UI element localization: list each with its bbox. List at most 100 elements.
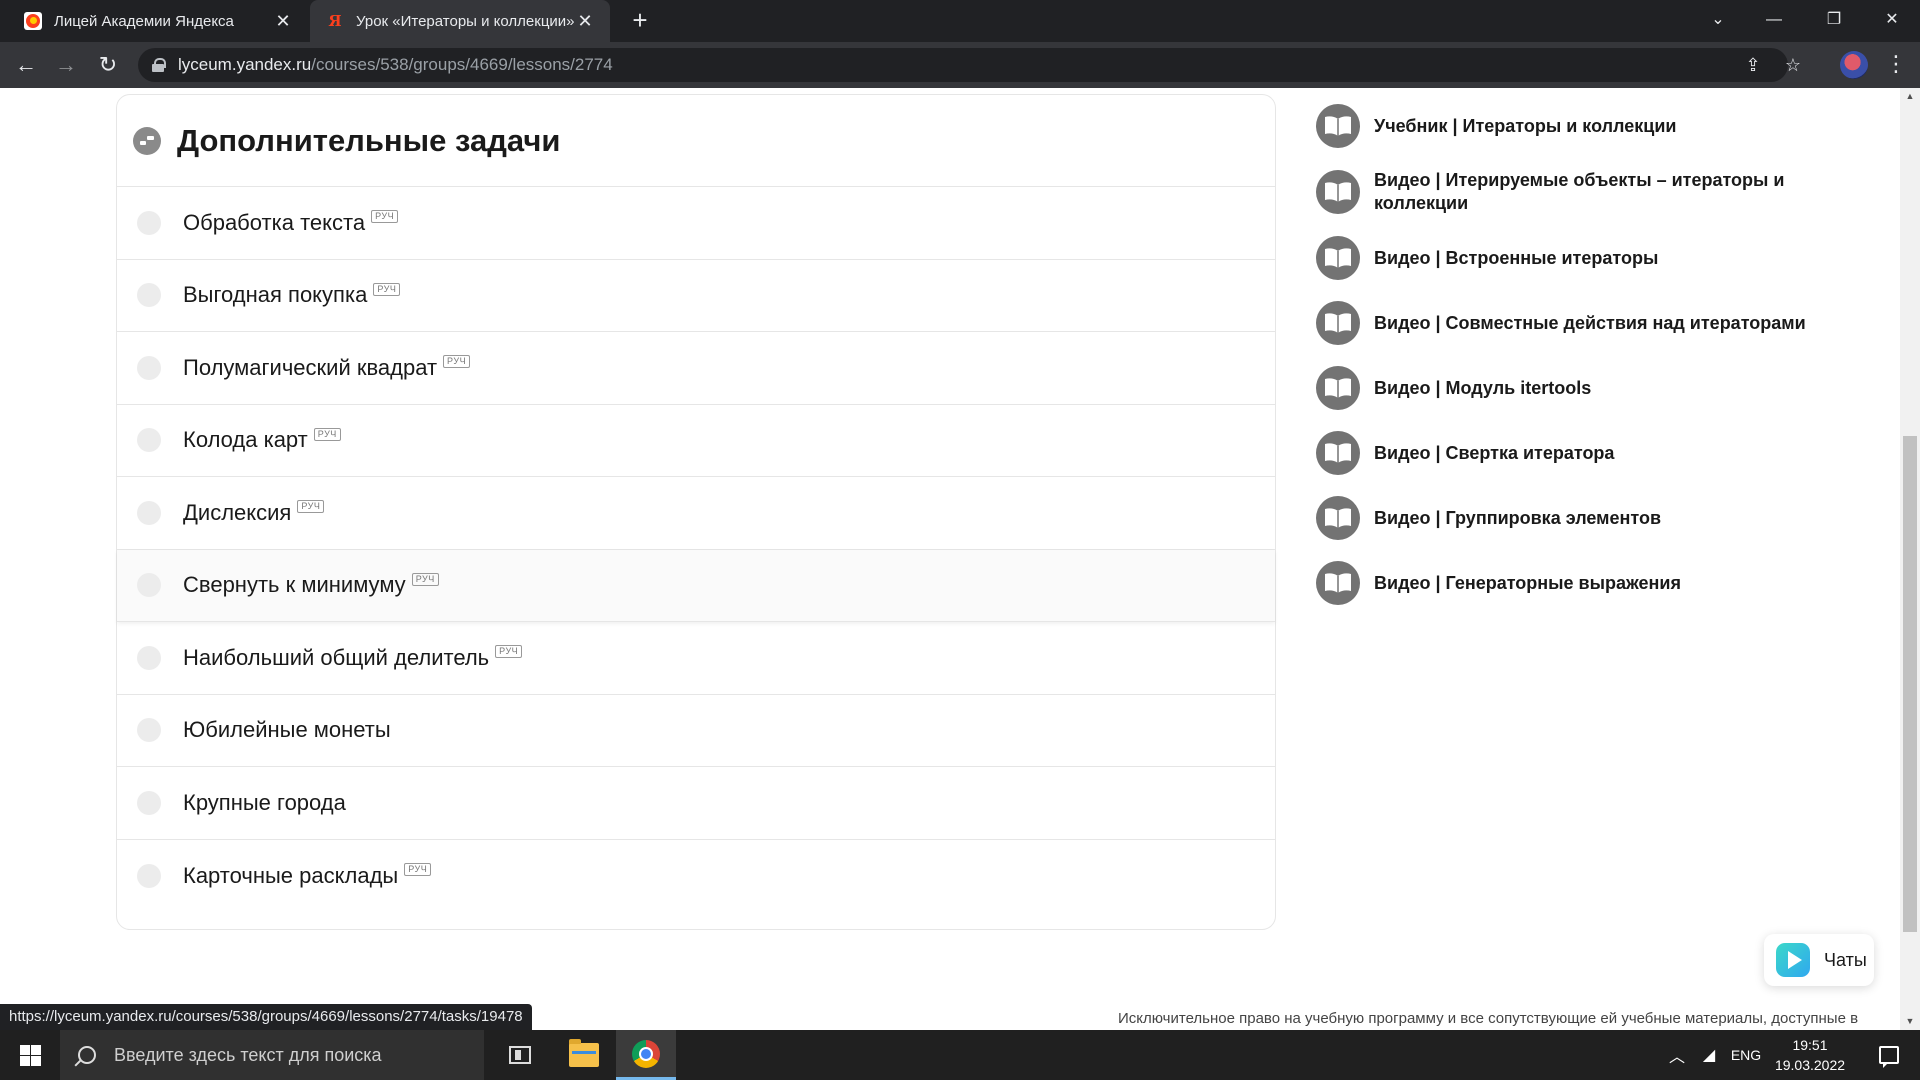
folder-icon xyxy=(569,1039,599,1067)
notifications-button[interactable] xyxy=(1864,1030,1914,1080)
back-icon[interactable]: ← xyxy=(10,49,42,81)
material-title: Видео | Свертка итератора xyxy=(1374,442,1615,463)
material-title: Видео | Итерируемые объекты – итераторы … xyxy=(1374,170,1785,213)
material-title: Видео | Модуль itertools xyxy=(1374,377,1592,398)
browser-tab-strip: Лицей Академии Яндекса ✕ Я Урок «Итерато… xyxy=(0,0,1920,42)
task-status-icon xyxy=(137,500,161,525)
task-view-icon xyxy=(509,1046,531,1064)
share-icon[interactable]: ⇪ xyxy=(1738,48,1768,82)
page-content: Дополнительные задачи Обработка текста РУ… xyxy=(0,88,1900,1030)
material-item[interactable]: Видео | Совместные действия над итератор… xyxy=(1316,301,1876,345)
address-bar[interactable]: lyceum.yandex.ru/courses/538/groups/4669… xyxy=(138,48,1801,82)
link-status-bubble: https://lyceum.yandex.ru/courses/538/gro… xyxy=(0,1004,532,1030)
book-icon xyxy=(1316,104,1360,148)
manual-check-badge: РУЧ xyxy=(373,282,401,296)
book-icon xyxy=(1316,366,1360,410)
manual-check-badge: РУЧ xyxy=(313,427,341,441)
material-item[interactable]: Учебник | Итераторы и коллекции xyxy=(1316,104,1876,148)
material-item[interactable]: Видео | Встроенные итераторы xyxy=(1316,236,1876,280)
taskbar-search[interactable]: Введите здесь текст для поиска xyxy=(60,1030,484,1080)
task-row[interactable]: Дислексия РУЧ xyxy=(117,477,1275,550)
section-progress-icon xyxy=(133,126,161,155)
forward-icon[interactable]: → xyxy=(50,49,82,81)
material-item[interactable]: Видео | Свертка итератора xyxy=(1316,431,1876,475)
book-icon xyxy=(1316,431,1360,475)
task-status-icon xyxy=(137,283,161,308)
material-title: Видео | Совместные действия над итератор… xyxy=(1374,312,1806,333)
manual-check-badge: РУЧ xyxy=(443,355,471,369)
reload-icon[interactable]: ↻ xyxy=(92,49,124,81)
task-row[interactable]: Свернуть к минимуму РУЧ xyxy=(117,549,1275,622)
material-title: Видео | Группировка элементов xyxy=(1374,507,1662,528)
windows-taskbar: Введите здесь текст для поиска ︿ ◢ ENG 1… xyxy=(0,1030,1920,1080)
task-title: Карточные расклады xyxy=(183,862,399,888)
task-status-icon xyxy=(137,790,161,815)
task-title: Колода карт xyxy=(183,427,308,453)
task-list: Обработка текста РУЧ Выгодная покупка РУЧ По… xyxy=(117,187,1275,912)
task-title: Обработка текста xyxy=(183,209,366,235)
network-icon[interactable]: ◢ xyxy=(1694,1030,1724,1080)
task-row[interactable]: Юбилейные монеты xyxy=(117,695,1275,767)
book-icon xyxy=(1316,170,1360,214)
task-row[interactable]: Крупные города xyxy=(117,767,1275,840)
task-title: Свернуть к минимуму xyxy=(183,572,406,598)
close-tab-icon[interactable]: ✕ xyxy=(576,11,594,32)
task-row[interactable]: Колода карт РУЧ xyxy=(117,405,1275,477)
clock-date: 19.03.2022 xyxy=(1774,1057,1846,1073)
search-placeholder: Введите здесь текст для поиска xyxy=(114,1044,382,1065)
close-window-icon[interactable]: ✕ xyxy=(1864,0,1920,42)
tab-lyceum[interactable]: Лицей Академии Яндекса ✕ xyxy=(8,0,308,42)
tasks-card: Дополнительные задачи Обработка текста РУ… xyxy=(116,94,1276,930)
material-title: Учебник | Итераторы и коллекции xyxy=(1374,115,1677,136)
book-icon xyxy=(1316,561,1360,605)
file-explorer-button[interactable] xyxy=(554,1030,614,1080)
task-status-icon xyxy=(137,863,161,888)
scrollbar-thumb[interactable] xyxy=(1903,436,1917,932)
task-row[interactable]: Наибольший общий делитель РУЧ xyxy=(117,622,1275,695)
page-scrollbar[interactable]: ▲ ▼ xyxy=(1900,88,1920,1030)
chrome-taskbar-button[interactable] xyxy=(616,1030,676,1080)
chat-label: Чаты xyxy=(1824,949,1867,970)
section-header: Дополнительные задачи xyxy=(117,95,1275,187)
tab-title: Лицей Академии Яндекса xyxy=(54,12,234,30)
manual-check-badge: РУЧ xyxy=(411,572,439,586)
task-row[interactable]: Карточные расклады РУЧ xyxy=(117,840,1275,913)
notification-icon xyxy=(1879,1046,1899,1068)
tab-search-icon[interactable]: ⌄ xyxy=(1690,0,1746,42)
chat-button[interactable]: Чаты xyxy=(1764,934,1874,986)
book-icon xyxy=(1316,236,1360,280)
material-item[interactable]: Видео | Модуль itertools xyxy=(1316,366,1876,410)
tray-overflow-chevron-icon[interactable]: ︿ xyxy=(1662,1030,1692,1080)
profile-avatar[interactable] xyxy=(1840,51,1868,79)
task-title: Юбилейные монеты xyxy=(183,717,391,743)
close-tab-icon[interactable]: ✕ xyxy=(274,11,292,32)
minimize-icon[interactable]: — xyxy=(1746,0,1802,42)
material-item[interactable]: Видео | Генераторные выражения xyxy=(1316,561,1876,605)
task-row[interactable]: Полумагический квадрат РУЧ xyxy=(117,332,1275,405)
restore-icon[interactable]: ❐ xyxy=(1806,0,1862,42)
task-row[interactable]: Обработка текста РУЧ xyxy=(117,187,1275,260)
material-item[interactable]: Видео | Группировка элементов xyxy=(1316,496,1876,540)
new-tab-button[interactable]: + xyxy=(624,4,656,36)
chrome-icon xyxy=(632,1039,660,1068)
taskbar-clock[interactable]: 19:51 19.03.2022 xyxy=(1760,1035,1860,1075)
bookmark-star-icon[interactable]: ☆ xyxy=(1778,48,1808,82)
lock-icon[interactable] xyxy=(152,58,166,72)
yandex-favicon-icon: Я xyxy=(328,12,342,30)
task-row[interactable]: Выгодная покупка РУЧ xyxy=(117,260,1275,332)
task-title: Выгодная покупка xyxy=(183,282,368,308)
material-item[interactable]: Видео | Итерируемые объекты – итераторы … xyxy=(1316,169,1876,215)
start-button[interactable] xyxy=(0,1030,60,1080)
windows-logo-icon xyxy=(19,1044,41,1066)
task-status-icon xyxy=(137,210,161,235)
browser-menu-icon[interactable]: ⋮ xyxy=(1884,49,1908,81)
search-icon xyxy=(78,1046,96,1064)
scroll-down-icon[interactable]: ▼ xyxy=(1900,1013,1920,1030)
manual-check-badge: РУЧ xyxy=(371,210,399,224)
section-title: Дополнительные задачи xyxy=(177,122,561,158)
tab-lesson[interactable]: Я Урок «Итераторы и коллекции» ✕ xyxy=(310,0,610,42)
manual-check-badge: РУЧ xyxy=(495,645,523,659)
scroll-up-icon[interactable]: ▲ xyxy=(1900,88,1920,105)
task-view-button[interactable] xyxy=(490,1030,550,1080)
url-host: lyceum.yandex.ru xyxy=(178,55,312,74)
